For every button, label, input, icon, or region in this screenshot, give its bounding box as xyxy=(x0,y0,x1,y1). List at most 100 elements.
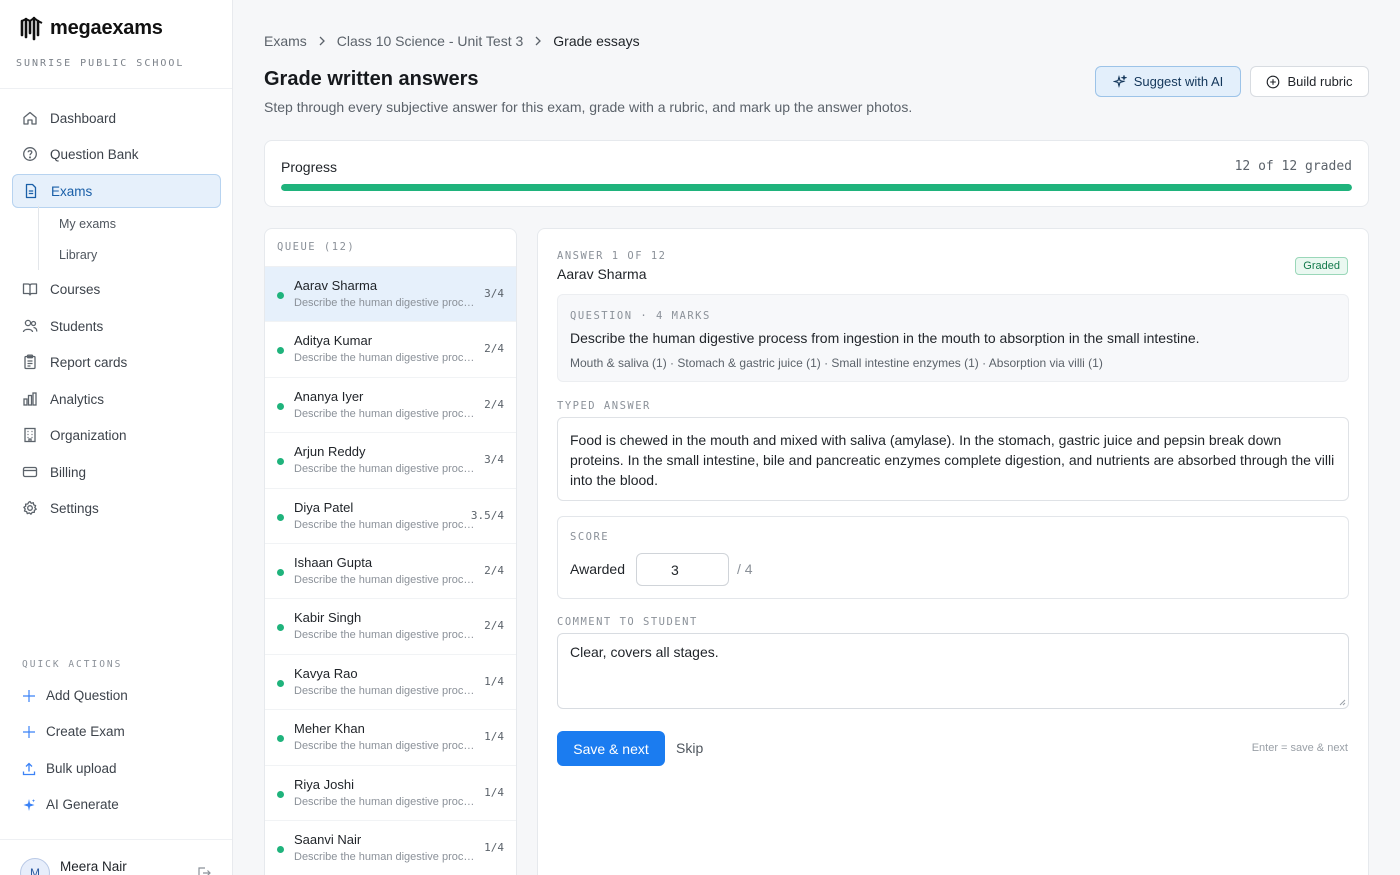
sidebar-item-billing[interactable]: Billing xyxy=(12,455,221,489)
build-rubric-button[interactable]: Build rubric xyxy=(1250,66,1369,97)
queue-item[interactable]: Saanvi Nair Describe the human digestive … xyxy=(265,821,516,875)
sidebar-item-courses[interactable]: Courses xyxy=(12,272,221,306)
graded-dot xyxy=(277,624,284,632)
graded-dot xyxy=(277,458,284,466)
queue-item-name: Kavya Rao xyxy=(294,665,358,681)
queue-item-name: Riya Joshi xyxy=(294,776,354,792)
quick-action-add-question[interactable]: Add Question xyxy=(22,688,128,703)
graded-dot xyxy=(277,735,284,743)
queue-item-excerpt: Describe the human digestive process fro… xyxy=(294,795,476,808)
quick-action-create-exam[interactable]: Create Exam xyxy=(22,724,125,739)
queue-item-score: 2/4 xyxy=(484,619,504,633)
save-next-button[interactable]: Save & next xyxy=(557,731,665,766)
queue-item-excerpt: Describe the human digestive process fro… xyxy=(294,740,476,753)
divider xyxy=(0,88,232,89)
brand-logo[interactable]: megaexams xyxy=(20,15,163,41)
page-subtitle: Step through every subjective answer for… xyxy=(264,99,913,115)
breadcrumb-exam[interactable]: Class 10 Science - Unit Test 3 xyxy=(337,33,524,49)
graded-dot xyxy=(277,402,284,410)
progress-bar-fill xyxy=(281,184,1352,191)
queue-item-score: 1/4 xyxy=(484,840,504,854)
quick-action-ai-generate[interactable]: AI Generate xyxy=(22,797,119,812)
chevron-right-icon xyxy=(319,36,325,46)
comment-text: Clear, covers all stages. xyxy=(570,644,719,660)
book-open-icon xyxy=(22,283,38,296)
queue-item[interactable]: Ananya Iyer Describe the human digestive … xyxy=(265,378,516,434)
awarded-label: Awarded xyxy=(570,561,626,577)
sidebar-item-label: Report cards xyxy=(50,354,128,370)
queue-item[interactable]: Kabir Singh Describe the human digestive … xyxy=(265,599,516,655)
resize-handle-icon[interactable] xyxy=(1338,698,1346,706)
sidebar-item-dashboard[interactable]: Dashboard xyxy=(12,101,221,135)
queue-item-score: 1/4 xyxy=(484,730,504,744)
graded-dot xyxy=(277,568,284,576)
sidebar-item-organization[interactable]: Organization xyxy=(12,418,221,452)
graded-dot xyxy=(277,292,284,299)
sidebar-item-exams[interactable]: Exams xyxy=(12,174,221,208)
graded-dot xyxy=(277,790,284,798)
queue-item-score: 3/4 xyxy=(484,453,504,467)
graded-dot xyxy=(277,513,284,521)
subnav-my-exams[interactable]: My exams xyxy=(59,217,116,231)
sidebar-item-report-cards[interactable]: Report cards xyxy=(12,345,221,379)
skip-button[interactable]: Skip xyxy=(676,740,703,756)
sidebar-item-settings[interactable]: Settings xyxy=(12,491,221,525)
quick-actions-title: QUICK ACTIONS xyxy=(22,659,123,670)
sidebar-item-students[interactable]: Students xyxy=(12,309,221,343)
avatar[interactable]: M xyxy=(20,858,50,875)
plus-icon xyxy=(23,689,35,702)
sidebar: megaexams SUNRISE PUBLIC SCHOOL Dashboar… xyxy=(0,0,233,875)
score-box: SCORE Awarded 3 / 4 xyxy=(557,516,1349,599)
quick-action-label: Add Question xyxy=(46,688,128,703)
score-input[interactable]: 3 xyxy=(636,553,729,586)
queue-item-excerpt: Describe the human digestive process fro… xyxy=(294,573,476,586)
queue-item[interactable]: Kavya Rao Describe the human digestive pr… xyxy=(265,655,516,711)
queue-item-score: 2/4 xyxy=(484,397,504,411)
queue-item-score: 2/4 xyxy=(484,563,504,577)
queue-item[interactable]: Aditya Kumar Describe the human digestive… xyxy=(265,322,516,378)
queue-item[interactable]: Riya Joshi Describe the human digestive p… xyxy=(265,766,516,821)
queue-item-name: Arjun Reddy xyxy=(294,444,366,460)
queue-item[interactable]: Ishaan Gupta Describe the human digestive… xyxy=(265,544,516,600)
comment-textarea[interactable]: Clear, covers all stages. xyxy=(557,633,1349,709)
document-icon xyxy=(25,183,37,199)
quick-action-bulk-upload[interactable]: Bulk upload xyxy=(22,761,117,776)
queue-item-name: Ishaan Gupta xyxy=(294,554,373,570)
answer-count: ANSWER 1 OF 12 xyxy=(557,250,667,262)
page-title: Grade written answers xyxy=(264,68,479,90)
question-circle-icon xyxy=(23,147,37,161)
clipboard-icon xyxy=(24,354,36,370)
queue-item[interactable]: Aarav Sharma Describe the human digestive… xyxy=(265,267,516,323)
school-name: SUNRISE PUBLIC SCHOOL xyxy=(16,58,185,69)
queue-item-score: 2/4 xyxy=(484,342,504,356)
sidebar-item-analytics[interactable]: Analytics xyxy=(12,382,221,416)
queue-item-name: Saanvi Nair xyxy=(294,831,362,847)
breadcrumb-exams[interactable]: Exams xyxy=(264,33,307,49)
upload-icon xyxy=(22,762,36,775)
queue-item-excerpt: Describe the human digestive process fro… xyxy=(294,463,476,476)
home-icon xyxy=(23,111,37,125)
score-out-of: / 4 xyxy=(737,561,753,577)
queue-item[interactable]: Diya Patel Describe the human digestive p… xyxy=(265,489,516,544)
credit-card-icon xyxy=(22,466,38,478)
queue-item[interactable]: Arjun Reddy Describe the human digestive … xyxy=(265,433,516,489)
question-header: QUESTION · 4 MARKS xyxy=(570,310,711,322)
queue-item-excerpt: Describe the human digestive process fro… xyxy=(294,684,476,697)
graded-dot xyxy=(277,679,284,687)
suggest-ai-button[interactable]: Suggest with AI xyxy=(1095,66,1241,97)
divider xyxy=(0,839,232,840)
queue-item[interactable]: Meher Khan Describe the human digestive p… xyxy=(265,710,516,766)
answer-panel: ANSWER 1 OF 12 Aarav Sharma Graded QUEST… xyxy=(537,228,1369,875)
sidebar-item-question-bank[interactable]: Question Bank xyxy=(12,137,221,171)
subnav-library[interactable]: Library xyxy=(59,248,97,262)
sidebar-item-label: Courses xyxy=(50,281,101,297)
logout-icon[interactable] xyxy=(197,866,211,875)
sidebar-item-label: Students xyxy=(50,318,104,334)
queue-item-score: 3/4 xyxy=(484,287,504,300)
queue-item-excerpt: Describe the human digestive process fro… xyxy=(294,297,476,309)
quick-action-label: Bulk upload xyxy=(46,761,117,776)
question-box: QUESTION · 4 MARKS Describe the human di… xyxy=(557,294,1349,382)
sparkle-icon xyxy=(1112,74,1127,88)
queue-item-excerpt: Describe the human digestive process fro… xyxy=(294,850,476,863)
sidebar-item-label: Question Bank xyxy=(50,146,139,162)
